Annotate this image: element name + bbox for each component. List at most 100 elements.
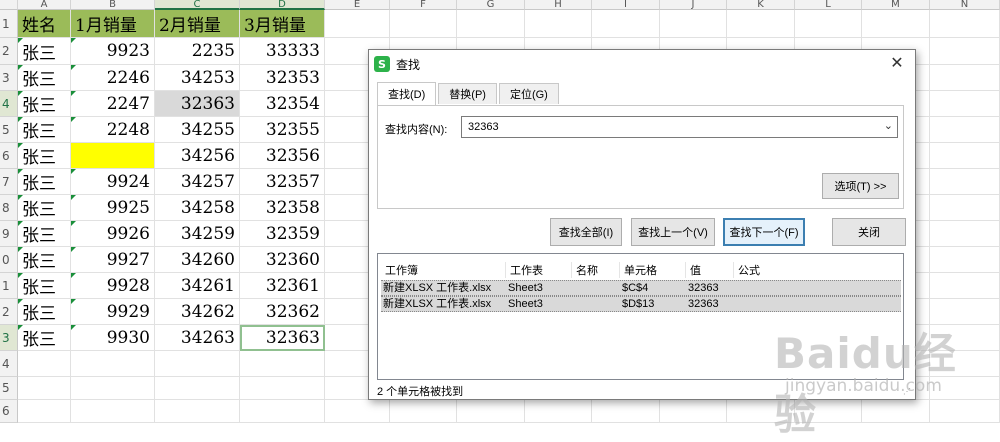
column-header-m[interactable]: M: [862, 0, 930, 10]
grid-cell[interactable]: [930, 195, 1000, 221]
column-header-h[interactable]: H: [525, 0, 592, 10]
sales-cell[interactable]: [71, 143, 155, 169]
sales-cell[interactable]: 32359: [240, 221, 325, 247]
sales-cell[interactable]: 32353: [240, 65, 325, 91]
select-all-corner[interactable]: [0, 0, 18, 10]
grid-cell[interactable]: [930, 91, 1000, 117]
results-col-workbook[interactable]: 工作簿: [381, 262, 506, 278]
row-header[interactable]: 8: [0, 195, 18, 221]
grid-cell[interactable]: [240, 351, 325, 377]
sales-cell[interactable]: 32357: [240, 169, 325, 195]
grid-cell[interactable]: [930, 143, 1000, 169]
grid-cell[interactable]: [930, 169, 1000, 195]
grid-cell[interactable]: [592, 400, 660, 423]
grid-cell[interactable]: [18, 377, 71, 400]
sales-cell[interactable]: 9924: [71, 169, 155, 195]
sales-cell[interactable]: 34256: [155, 143, 240, 169]
sales-cell[interactable]: 34257: [155, 169, 240, 195]
result-row[interactable]: 新建XLSX 工作表.xlsx Sheet3 $C$4 32363: [381, 280, 901, 296]
results-col-formula[interactable]: 公式: [734, 262, 894, 278]
grid-cell[interactable]: [930, 247, 1000, 273]
grid-cell[interactable]: [71, 377, 155, 400]
name-cell[interactable]: 张三: [18, 299, 71, 325]
grid-cell[interactable]: [930, 299, 1000, 325]
column-header-n[interactable]: N: [930, 0, 1000, 10]
grid-cell[interactable]: [930, 117, 1000, 143]
row-header[interactable]: 3: [0, 65, 18, 91]
results-col-cell[interactable]: 单元格: [620, 262, 686, 278]
find-all-button[interactable]: 查找全部(I): [550, 218, 622, 246]
row-header[interactable]: 3: [0, 325, 18, 351]
grid-cell[interactable]: [71, 351, 155, 377]
row-header[interactable]: 5: [0, 117, 18, 143]
column-header-g[interactable]: G: [457, 0, 525, 10]
column-header-l[interactable]: L: [795, 0, 862, 10]
sales-cell[interactable]: 9927: [71, 247, 155, 273]
row-header[interactable]: 6: [0, 400, 18, 423]
options-button[interactable]: 选项(T) >>: [822, 173, 899, 199]
grid-cell[interactable]: [930, 273, 1000, 299]
results-col-sheet[interactable]: 工作表: [506, 262, 572, 278]
grid-cell[interactable]: [390, 400, 457, 423]
row-header[interactable]: 6: [0, 143, 18, 169]
grid-cell[interactable]: [525, 400, 592, 423]
find-previous-button[interactable]: 查找上一个(V): [631, 218, 715, 246]
row-header[interactable]: 2: [0, 38, 18, 65]
row-header[interactable]: 2: [0, 299, 18, 325]
sales-cell[interactable]: 34261: [155, 273, 240, 299]
grid-cell[interactable]: [592, 10, 660, 38]
sales-cell[interactable]: 34253: [155, 65, 240, 91]
name-cell[interactable]: 张三: [18, 65, 71, 91]
grid-cell[interactable]: [240, 400, 325, 423]
grid-cell[interactable]: [930, 400, 1000, 423]
grid-cell[interactable]: [930, 38, 1000, 65]
sales-cell[interactable]: 34263: [155, 325, 240, 351]
sales-cell[interactable]: 34258: [155, 195, 240, 221]
sales-cell[interactable]: 32355: [240, 117, 325, 143]
close-icon[interactable]: ✕: [887, 54, 907, 74]
column-header-j[interactable]: J: [660, 0, 727, 10]
header-cell[interactable]: 姓名: [18, 10, 71, 38]
name-cell[interactable]: 张三: [18, 247, 71, 273]
row-header[interactable]: 9: [0, 221, 18, 247]
row-header[interactable]: 7: [0, 169, 18, 195]
name-cell[interactable]: 张三: [18, 195, 71, 221]
grid-cell[interactable]: [240, 377, 325, 400]
header-cell[interactable]: 2月销量: [155, 10, 240, 38]
results-list[interactable]: 工作簿 工作表 名称 单元格 值 公式 新建XLSX 工作表.xlsx Shee…: [377, 253, 904, 380]
grid-cell[interactable]: [930, 351, 1000, 377]
grid-cell[interactable]: [862, 400, 930, 423]
sales-cell[interactable]: 2247: [71, 91, 155, 117]
grid-cell[interactable]: [390, 10, 457, 38]
grid-cell[interactable]: [18, 400, 71, 423]
sales-cell[interactable]: 34262: [155, 299, 240, 325]
grid-cell[interactable]: [525, 10, 592, 38]
row-header[interactable]: 4: [0, 91, 18, 117]
column-header-e[interactable]: E: [325, 0, 390, 10]
tab-replace[interactable]: 替换(P): [438, 83, 497, 104]
name-cell[interactable]: 张三: [18, 273, 71, 299]
sales-cell[interactable]: 32360: [240, 247, 325, 273]
grid-cell[interactable]: [930, 221, 1000, 247]
results-col-name[interactable]: 名称: [572, 262, 620, 278]
grid-cell[interactable]: [930, 10, 1000, 38]
row-header[interactable]: 1: [0, 273, 18, 299]
sales-cell[interactable]: 9926: [71, 221, 155, 247]
grid-cell[interactable]: [930, 377, 1000, 400]
sales-cell[interactable]: 34259: [155, 221, 240, 247]
grid-cell[interactable]: [18, 351, 71, 377]
sales-cell[interactable]: 32356: [240, 143, 325, 169]
column-header-d[interactable]: D: [240, 0, 325, 10]
name-cell[interactable]: 张三: [18, 221, 71, 247]
header-cell[interactable]: 1月销量: [71, 10, 155, 38]
grid-cell[interactable]: [660, 400, 727, 423]
grid-cell[interactable]: [795, 400, 862, 423]
grid-cell[interactable]: [727, 10, 795, 38]
sales-cell[interactable]: 32363: [240, 325, 325, 351]
grid-cell[interactable]: [457, 10, 525, 38]
column-header-b[interactable]: B: [71, 0, 155, 10]
name-cell[interactable]: 张三: [18, 91, 71, 117]
results-col-value[interactable]: 值: [686, 262, 734, 278]
name-cell[interactable]: 张三: [18, 325, 71, 351]
name-cell[interactable]: 张三: [18, 117, 71, 143]
